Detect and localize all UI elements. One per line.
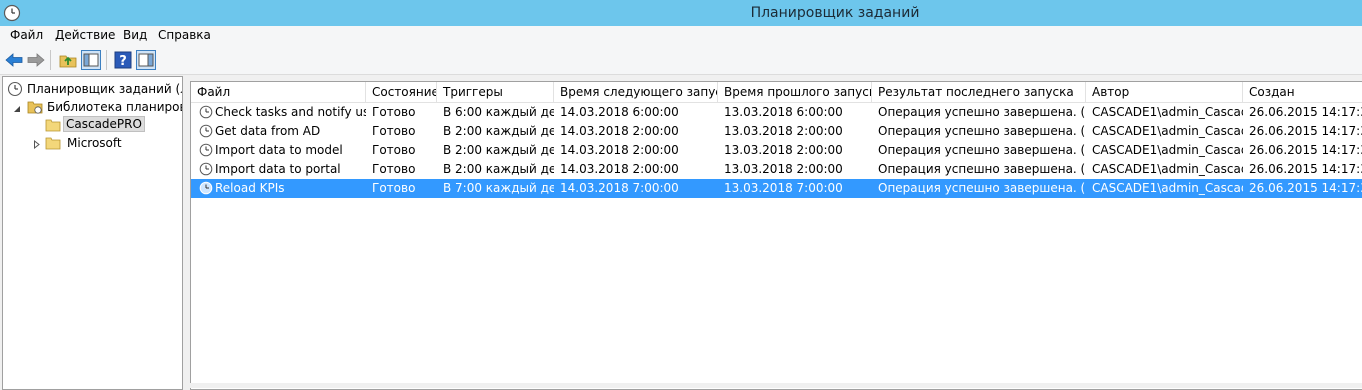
task-name: Get data from AD	[215, 124, 321, 138]
table-row[interactable]: Get data from AD Готово В 2:00 каждый день…	[191, 122, 1362, 141]
table-row[interactable]: Import data to model Готово В 2:00 каждый …	[191, 141, 1362, 160]
task-clock-icon	[199, 105, 213, 122]
task-name: Reload KPIs	[215, 181, 285, 195]
task-name: Import data to portal	[215, 162, 341, 176]
task-next-run: 14.03.2018 2:00:00	[560, 124, 679, 138]
task-trigger: В 6:00 каждый день	[443, 105, 554, 119]
menu-file[interactable]: Файл	[10, 28, 43, 42]
task-status: Готово	[372, 105, 416, 119]
tree-item-label: Microsoft	[67, 136, 122, 150]
task-next-run: 14.03.2018 7:00:00	[560, 181, 679, 195]
column-header-triggers[interactable]: Триггеры	[437, 82, 554, 102]
svg-text:?: ?	[119, 54, 127, 69]
column-header-author[interactable]: Автор	[1086, 82, 1243, 102]
task-last-result: Операция успешно завершена. (0x0)	[878, 124, 1086, 138]
task-created: 26.06.2015 14:17:35	[1249, 162, 1362, 176]
task-clock-icon	[199, 124, 213, 141]
task-status: Готово	[372, 181, 416, 195]
task-last-result: Операция успешно завершена. (0x0)	[878, 105, 1086, 119]
task-last-run: 13.03.2018 6:00:00	[724, 105, 843, 119]
task-created: 26.06.2015 14:17:35	[1249, 124, 1362, 138]
tree-item-label: Библиотека планировщ	[47, 100, 183, 114]
show-hide-tree-icon[interactable]	[81, 50, 101, 70]
up-folder-icon[interactable]	[58, 50, 78, 70]
table-header: Файл Состояние Триггеры Время следующего…	[191, 82, 1362, 103]
task-created: 26.06.2015 14:17:35	[1249, 105, 1362, 119]
column-header-created[interactable]: Создан	[1243, 82, 1362, 102]
menu-action[interactable]: Действие	[55, 28, 115, 42]
task-name: Import data to model	[215, 143, 343, 157]
task-author: CASCADE1\admin_Cascade	[1092, 181, 1243, 195]
task-last-result: Операция успешно завершена. (0x0)	[878, 162, 1086, 176]
toolbar: ?	[0, 45, 1362, 75]
menu-view[interactable]: Вид	[123, 28, 147, 42]
task-trigger: В 2:00 каждый день	[443, 124, 554, 138]
tree-item-label: Планировщик заданий (Лок	[27, 82, 182, 96]
tree-item-root[interactable]: Планировщик заданий (Лок	[5, 80, 182, 98]
show-hide-action-pane-icon[interactable]	[136, 50, 156, 70]
table-row[interactable]: Check tasks and notify users Готово В 6:00…	[191, 103, 1362, 122]
task-next-run: 14.03.2018 2:00:00	[560, 143, 679, 157]
navigation-tree: Планировщик заданий (Лок Библиотека план…	[2, 76, 183, 390]
help-icon[interactable]: ?	[113, 50, 133, 70]
task-last-run: 13.03.2018 2:00:00	[724, 162, 843, 176]
task-status: Готово	[372, 124, 416, 138]
toolbar-separator	[106, 50, 107, 70]
tree-item-microsoft[interactable]: Microsoft	[5, 134, 182, 154]
task-created: 26.06.2015 14:17:35	[1249, 181, 1362, 195]
list-bottom-edge	[190, 383, 1362, 388]
task-clock-icon	[199, 181, 213, 198]
task-author: CASCADE1\admin_Cascade	[1092, 143, 1243, 157]
window-title: Планировщик заданий	[750, 5, 920, 21]
task-last-run: 13.03.2018 2:00:00	[724, 124, 843, 138]
task-created: 26.06.2015 14:17:35	[1249, 143, 1362, 157]
tree-item-library[interactable]: Библиотека планировщ	[5, 98, 183, 116]
column-header-next-run[interactable]: Время следующего запуска	[554, 82, 718, 102]
toolbar-separator	[50, 50, 51, 70]
task-author: CASCADE1\admin_Cascade	[1092, 162, 1243, 176]
table-row[interactable]: Reload KPIs Готово В 7:00 каждый день 14.03…	[191, 179, 1362, 198]
task-status: Готово	[372, 143, 416, 157]
column-header-last-result[interactable]: Результат последнего запуска	[872, 82, 1086, 102]
task-last-result: Операция успешно завершена. (0x0)	[878, 143, 1086, 157]
task-status: Готово	[372, 162, 416, 176]
task-author: CASCADE1\admin_Cascade	[1092, 124, 1243, 138]
task-name: Check tasks and notify users	[215, 105, 366, 119]
forward-arrow-icon[interactable]	[26, 50, 46, 70]
expanded-arrow-icon[interactable]	[13, 102, 21, 116]
task-list: Файл Состояние Триггеры Время следующего…	[190, 81, 1362, 390]
tree-item-label: CascadePRO	[63, 116, 145, 132]
menu-help[interactable]: Справка	[158, 28, 211, 42]
task-last-run: 13.03.2018 7:00:00	[724, 181, 843, 195]
task-next-run: 14.03.2018 2:00:00	[560, 162, 679, 176]
folder-icon	[45, 135, 61, 154]
task-author: CASCADE1\admin_Cascade	[1092, 105, 1243, 119]
task-last-run: 13.03.2018 2:00:00	[724, 143, 843, 157]
table-row[interactable]: Import data to portal Готово В 2:00 каждый…	[191, 160, 1362, 179]
task-clock-icon	[199, 143, 213, 160]
column-header-status[interactable]: Состояние	[366, 82, 437, 102]
column-header-name[interactable]: Файл	[191, 82, 366, 102]
clock-icon[interactable]	[3, 4, 21, 22]
task-trigger: В 7:00 каждый день	[443, 181, 554, 195]
back-arrow-icon[interactable]	[4, 50, 24, 70]
title-bar: Планировщик заданий	[0, 0, 1362, 26]
task-next-run: 14.03.2018 6:00:00	[560, 105, 679, 119]
menu-bar: Файл Действие Вид Справка	[0, 26, 1362, 45]
collapsed-arrow-icon[interactable]	[33, 138, 41, 152]
task-clock-icon	[199, 162, 213, 179]
task-last-result: Операция успешно завершена. (0x0)	[878, 181, 1086, 195]
tree-item-cascadepro[interactable]: CascadePRO	[5, 116, 182, 134]
task-trigger: В 2:00 каждый день	[443, 162, 554, 176]
column-header-last-run[interactable]: Время прошлого запуска	[718, 82, 872, 102]
task-trigger: В 2:00 каждый день	[443, 143, 554, 157]
